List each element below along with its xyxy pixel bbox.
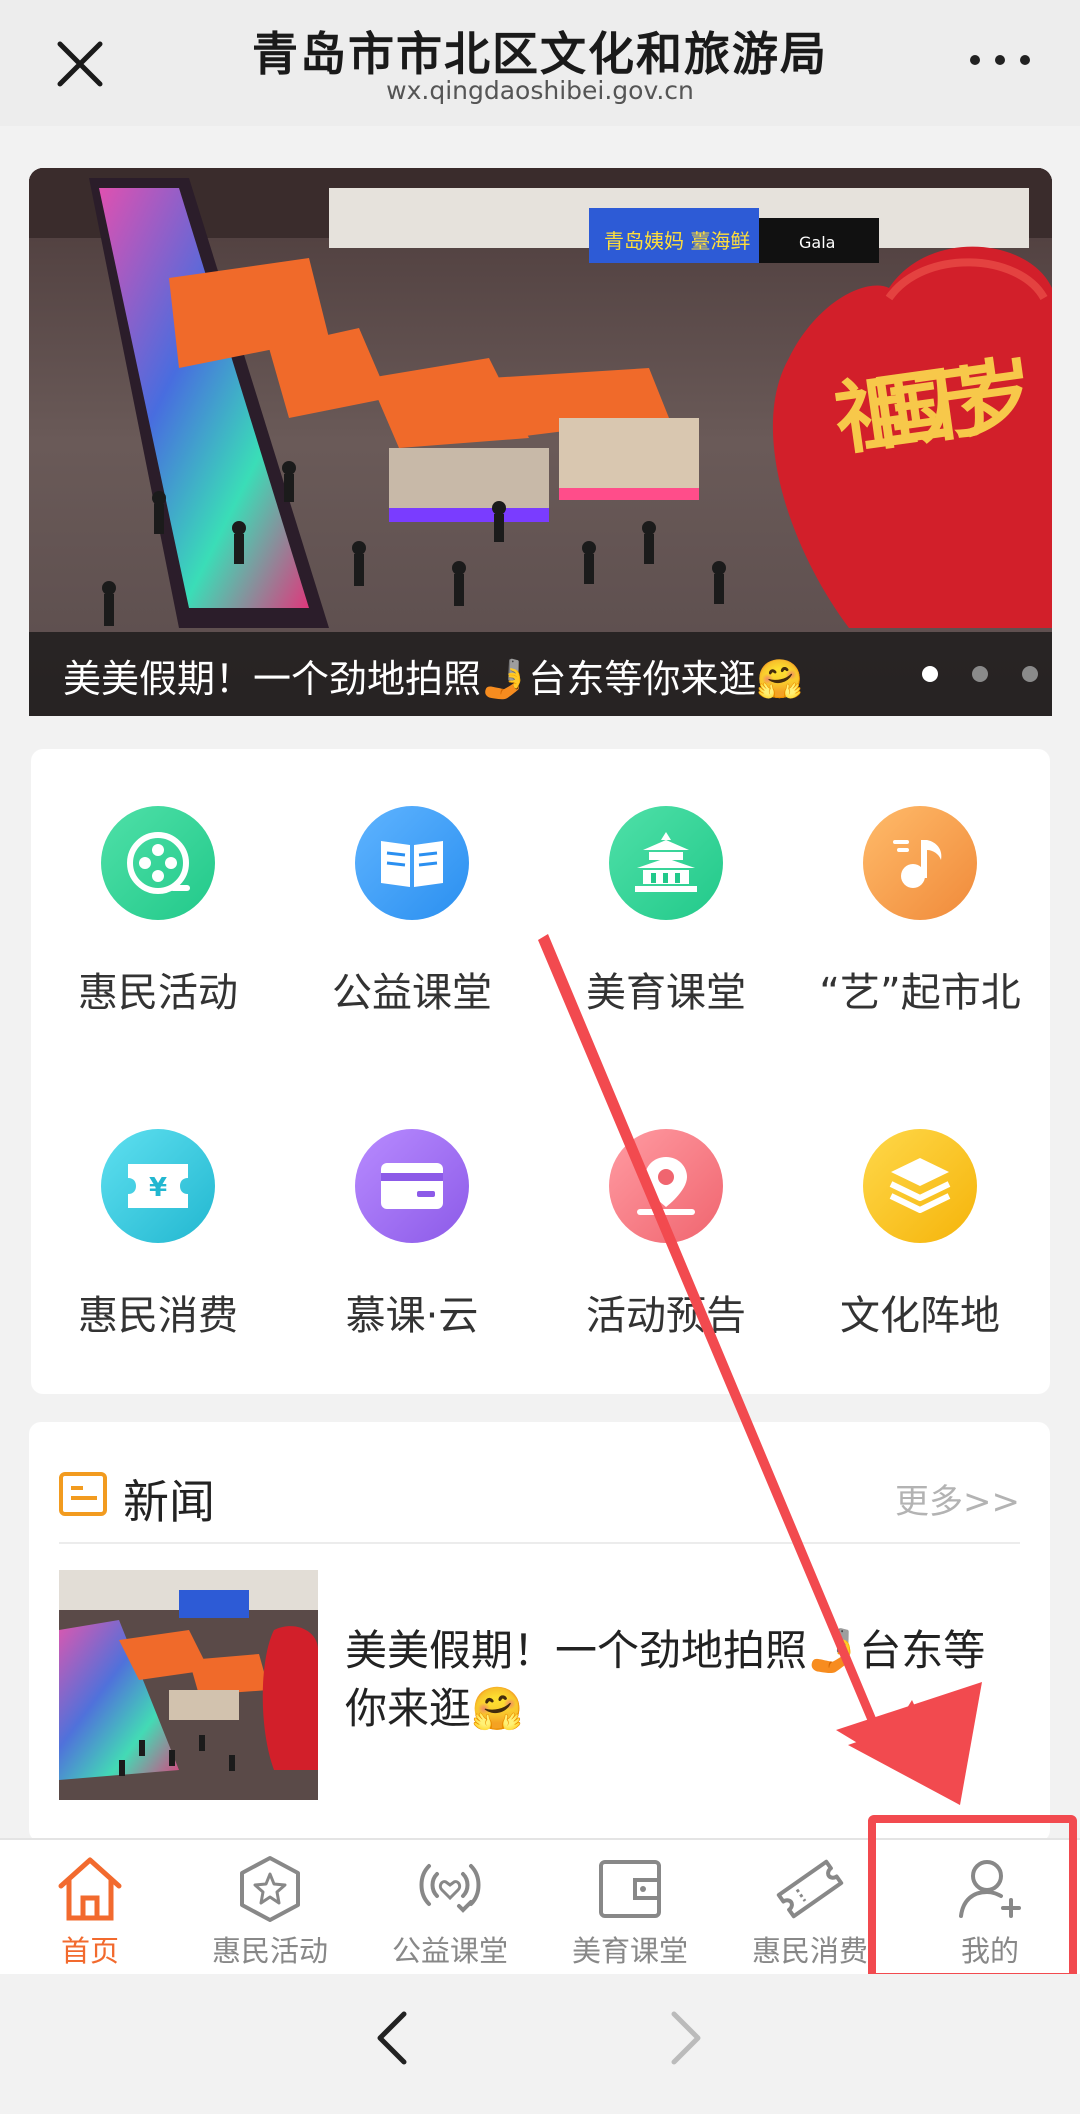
grid-item-label: 美育课堂 bbox=[586, 970, 746, 1016]
news-thumbnail[interactable] bbox=[59, 1570, 318, 1800]
grid-item-cultural-venue[interactable]: 文化阵地 bbox=[793, 1129, 1047, 1341]
grid-item-label: 惠民活动 bbox=[78, 970, 238, 1016]
layers-icon bbox=[863, 1129, 977, 1243]
film-reel-icon bbox=[101, 806, 215, 920]
page-title: 青岛市市北区文化和旅游局 bbox=[252, 27, 828, 81]
heart-signal-icon bbox=[419, 1864, 481, 1913]
ticket-icon: ¥ bbox=[101, 1129, 215, 1243]
grid-item-label: 活动预告 bbox=[586, 1293, 746, 1339]
tab-label: 首页 bbox=[60, 1934, 119, 1968]
tab-aesthetic-class[interactable]: 美育课堂 bbox=[540, 1840, 720, 1976]
grid-item-label: 公益课堂 bbox=[332, 970, 492, 1016]
tab-label: 公益课堂 bbox=[391, 1934, 508, 1968]
back-arrow-icon[interactable] bbox=[372, 2008, 412, 2068]
open-book-icon bbox=[355, 806, 469, 920]
news-more-link[interactable]: 更多>> bbox=[895, 1474, 1020, 1523]
forward-arrow-icon[interactable] bbox=[666, 2008, 706, 2068]
banner-caption[interactable]: 美美假期！一个劲地拍照🤳台东等你来逛🤗 bbox=[63, 648, 804, 703]
newspaper-icon bbox=[59, 1472, 107, 1516]
tab-label: 惠民活动 bbox=[211, 1934, 328, 1968]
temple-icon bbox=[609, 806, 723, 920]
music-note-icon bbox=[863, 806, 977, 920]
carousel-indicator bbox=[922, 666, 1038, 682]
grid-item-label: 文化阵地 bbox=[840, 1293, 1000, 1339]
wallet-icon bbox=[599, 1860, 661, 1918]
tab-home[interactable]: 首页 bbox=[0, 1840, 180, 1976]
shop-sign: 青岛姨妈 薹海鲜 bbox=[604, 229, 750, 253]
news-section-title: 新闻 bbox=[123, 1475, 215, 1529]
page-url: wx.qingdaoshibei.gov.cn bbox=[386, 76, 694, 105]
grid-item-aesthetic-class[interactable]: 美育课堂 bbox=[539, 806, 793, 1018]
star-hexagon-icon bbox=[240, 1856, 300, 1922]
gala-sign: Gala bbox=[799, 233, 835, 252]
card-icon bbox=[355, 1129, 469, 1243]
grid-item-mooc-cloud[interactable]: 慕课·云 bbox=[285, 1129, 539, 1341]
grid-item-label: 惠民消费 bbox=[78, 1293, 238, 1339]
grid-item-label: “艺”起市北 bbox=[819, 970, 1021, 1016]
banner-carousel[interactable]: 青岛姨妈 薹海鲜 Gala 祖国万岁 美美假期！一个劲地拍照🤳台东等你来逛🤗 bbox=[29, 168, 1052, 716]
grid-item-label: 慕课·云 bbox=[345, 1293, 479, 1339]
tab-public-class[interactable]: 公益课堂 bbox=[360, 1840, 540, 1976]
banner-caption-bar: 美美假期！一个劲地拍照🤳台东等你来逛🤗 bbox=[29, 632, 1052, 716]
location-icon bbox=[609, 1129, 723, 1243]
tab-label: 美育课堂 bbox=[571, 1934, 688, 1968]
carousel-dot[interactable] bbox=[1022, 666, 1038, 682]
tab-huimin-activity[interactable]: 惠民活动 bbox=[180, 1840, 360, 1976]
svg-text:¥: ¥ bbox=[149, 1173, 167, 1203]
top-bar: 青岛市市北区文化和旅游局 wx.qingdaoshibei.gov.cn bbox=[0, 0, 1080, 126]
divider bbox=[59, 1542, 1020, 1544]
news-section: 新闻 更多>> 美美假期！一个劲地拍照🤳台东等你来逛🤗 bbox=[29, 1422, 1050, 1842]
grid-item-event-preview[interactable]: 活动预告 bbox=[539, 1129, 793, 1341]
carousel-dot[interactable] bbox=[972, 666, 988, 682]
grid-item-art-shibei[interactable]: “艺”起市北 bbox=[793, 806, 1047, 1018]
browser-nav-bar bbox=[0, 1974, 1080, 2114]
grid-item-huimin-activity[interactable]: 惠民活动 bbox=[31, 806, 285, 1018]
grid-item-consumer-benefit[interactable]: ¥ 惠民消费 bbox=[31, 1129, 285, 1341]
feature-grid: 惠民活动 公益课堂 美育课堂 “艺”起市北 ¥ 惠民消费 慕课·云 活动预告 文… bbox=[31, 749, 1050, 1394]
home-icon bbox=[58, 1857, 122, 1921]
news-item-title[interactable]: 美美假期！一个劲地拍照🤳台东等你来逛🤗 bbox=[345, 1622, 1025, 1738]
annotation-highlight-box bbox=[868, 1815, 1077, 1981]
carousel-dot[interactable] bbox=[922, 666, 938, 682]
grid-item-public-class[interactable]: 公益课堂 bbox=[285, 806, 539, 1018]
ticket-icon bbox=[776, 1859, 844, 1919]
more-options-icon[interactable] bbox=[970, 50, 1030, 70]
